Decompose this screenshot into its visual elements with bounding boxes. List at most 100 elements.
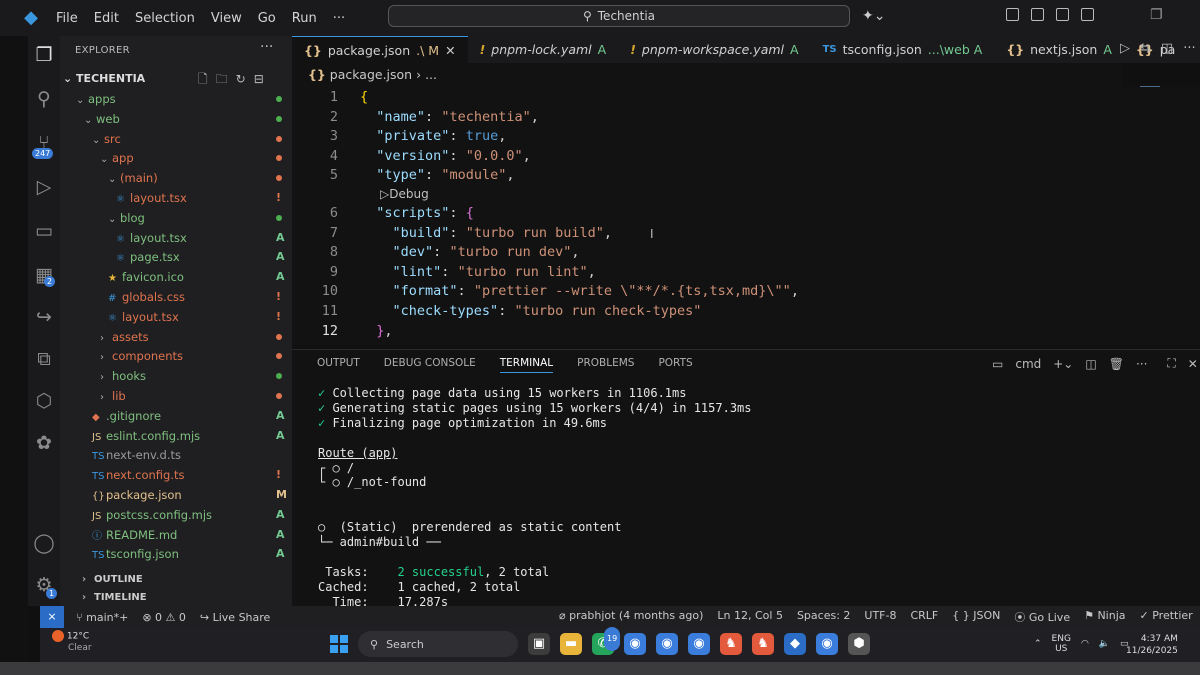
live-share-icon[interactable]: ↪ xyxy=(28,306,60,328)
whatsapp-icon[interactable]: ✆ 19 xyxy=(592,627,621,655)
docker-icon[interactable]: ⬡ xyxy=(28,390,60,412)
file-item[interactable]: ⚛ layout.tsx xyxy=(108,307,179,327)
code-line[interactable]: 6 "scripts": { xyxy=(292,203,1200,223)
menu-item-3[interactable]: View xyxy=(211,11,242,26)
panel-more-icon[interactable]: ··· xyxy=(1136,357,1147,371)
volume-icon[interactable]: 🔈 xyxy=(1099,639,1110,649)
windows-start-icon[interactable] xyxy=(330,635,348,653)
tab-2[interactable]: ! pnpm-workspace.yaml A xyxy=(618,36,810,63)
python-icon[interactable]: ✿ xyxy=(28,432,60,454)
more-actions-icon[interactable]: ··· xyxy=(1183,41,1195,56)
codelens-debug[interactable]: ▷Debug xyxy=(380,187,429,201)
folder-item[interactable]: › components xyxy=(100,346,183,366)
file-item[interactable]: ⚛ layout.tsx xyxy=(116,228,187,248)
folder-item[interactable]: ⌄ src xyxy=(92,129,121,149)
tab-0[interactable]: {} package.json .\ M ✕ xyxy=(292,36,468,63)
cursor-position[interactable]: Ln 12, Col 5 xyxy=(717,609,783,625)
code-editor[interactable]: 1{2 "name": "techentia", 3 "private": tru… xyxy=(292,87,1200,345)
file-item[interactable]: JS postcss.config.mjs xyxy=(92,505,212,525)
code-line[interactable]: 12 }, xyxy=(292,321,1200,341)
git-branch[interactable]: ⑂ main*+ xyxy=(76,611,128,624)
panel-tab-terminal[interactable]: TERMINAL xyxy=(499,357,554,373)
toggle-sidebar-icon[interactable] xyxy=(1031,8,1044,21)
containers-icon[interactable]: ⧉ xyxy=(28,348,60,370)
copilot-icon[interactable]: ✦⌄ xyxy=(862,8,885,24)
menu-item-2[interactable]: Selection xyxy=(135,11,195,26)
file-item[interactable]: ◆ .gitignore xyxy=(92,406,161,426)
toggle-panel-icon[interactable] xyxy=(1056,8,1069,21)
code-line[interactable]: 11 "check-types": "turbo run check-types… xyxy=(292,301,1200,321)
ninja-status[interactable]: ⚑ Ninja xyxy=(1084,609,1125,625)
explorer-icon[interactable]: ❐ xyxy=(28,44,60,66)
brave-profile-icon[interactable]: ♞ xyxy=(752,633,774,655)
weather-widget[interactable]: 12°C Clear xyxy=(52,630,92,654)
folder-item[interactable]: ⌄ web xyxy=(84,109,120,129)
new-file-icon[interactable]: 🗋 xyxy=(198,69,208,89)
folder-item[interactable]: ⌄ apps xyxy=(76,89,116,109)
folder-item[interactable]: ⌄ (main) xyxy=(108,168,158,188)
prettier-status[interactable]: ✓ Prettier xyxy=(1140,609,1193,625)
maximize-panel-icon[interactable]: ⛶ xyxy=(1167,356,1175,371)
code-line[interactable]: 8 "dev": "turbo run dev", xyxy=(292,242,1200,262)
collapse-all-icon[interactable]: ⊟ xyxy=(254,69,264,89)
refresh-icon[interactable]: ↻ xyxy=(236,69,246,89)
folder-item[interactable]: › assets xyxy=(100,327,149,347)
terminal-shell-label[interactable]: cmd xyxy=(1015,357,1041,371)
chrome-profile-3-icon[interactable]: ◉ xyxy=(816,633,838,655)
menu-item-1[interactable]: Edit xyxy=(94,11,119,26)
code-line[interactable]: 5 "type": "module", xyxy=(292,165,1200,185)
chrome-icon[interactable]: ◉ xyxy=(624,633,646,655)
new-terminal-icon[interactable]: +⌄ xyxy=(1053,357,1073,371)
file-item[interactable]: TS tsconfig.json xyxy=(92,544,179,564)
split-editor-icon[interactable]: ◫ xyxy=(1161,41,1173,56)
account-icon[interactable]: ◯ xyxy=(28,532,60,554)
file-item[interactable]: ⚛ page.tsx xyxy=(116,247,180,267)
go-live[interactable]: ⦿ Go Live xyxy=(1014,609,1070,625)
panel-tab-output[interactable]: OUTPUT xyxy=(317,357,360,373)
run-debug-icon[interactable]: ▷ xyxy=(28,176,60,198)
file-item[interactable]: ★ favicon.ico xyxy=(108,267,184,287)
tab-4[interactable]: {} nextjs.json A xyxy=(994,36,1124,63)
code-line[interactable]: 3 "private": true, xyxy=(292,126,1200,146)
run-icon[interactable]: ▷ xyxy=(1120,41,1130,56)
panel-tab-ports[interactable]: PORTS xyxy=(658,357,692,373)
code-line[interactable]: 7 "build": "turbo run build", xyxy=(292,223,1200,243)
tray-expand-icon[interactable]: ⌃ xyxy=(1034,639,1042,649)
language-mode[interactable]: { } JSON xyxy=(952,609,1000,625)
split-terminal-icon[interactable]: ◫ xyxy=(1085,357,1096,371)
file-item[interactable]: TS next-env.d.ts xyxy=(92,445,181,465)
indentation[interactable]: Spaces: 2 xyxy=(797,609,850,625)
customize-layout-icon[interactable] xyxy=(1006,8,1019,21)
remote-explorer-icon[interactable]: ▭ xyxy=(28,220,60,242)
menu-item-0[interactable]: File xyxy=(56,11,78,26)
code-line[interactable]: 2 "name": "techentia", xyxy=(292,107,1200,127)
code-line[interactable]: 10 "format": "prettier --write \"**/*.{t… xyxy=(292,281,1200,301)
chrome-profile-icon[interactable]: ◉ xyxy=(656,633,678,655)
kill-terminal-icon[interactable]: 🗑 xyxy=(1109,357,1124,371)
app-cube-icon[interactable]: ⬢ xyxy=(848,633,870,655)
panel-tab-problems[interactable]: PROBLEMS xyxy=(577,357,634,373)
close-panel-icon[interactable]: ✕ xyxy=(1188,357,1198,371)
menu-item-6[interactable]: ··· xyxy=(333,11,345,26)
search-icon[interactable]: ⚲ xyxy=(28,88,60,110)
timeline-section[interactable]: › TIMELINE xyxy=(82,588,147,608)
toggle-secondary-sidebar-icon[interactable] xyxy=(1081,8,1094,21)
explorer-more-icon[interactable]: ··· xyxy=(260,39,273,55)
breadcrumb[interactable]: {} package.json › ... xyxy=(292,63,1122,87)
file-item[interactable]: ⚛ layout.tsx xyxy=(116,188,187,208)
file-item[interactable]: # globals.css xyxy=(108,287,185,307)
restore-window-icon[interactable]: ❐ xyxy=(1150,7,1163,23)
panel-tab-debug-console[interactable]: DEBUG CONSOLE xyxy=(384,357,476,373)
remote-indicator-icon[interactable]: ⨯ xyxy=(40,606,64,628)
git-blame[interactable]: ⌀ prabhjot (4 months ago) xyxy=(559,609,703,625)
clock[interactable]: 4:37 AM 11/26/2025 xyxy=(1126,633,1178,657)
folder-item[interactable]: › hooks xyxy=(100,366,146,386)
code-line[interactable]: 1{ xyxy=(292,87,1200,107)
folder-item[interactable]: › lib xyxy=(100,386,126,406)
outline-section[interactable]: › OUTLINE xyxy=(82,570,143,590)
close-tab-icon[interactable]: ✕ xyxy=(445,37,455,64)
menu-item-5[interactable]: Run xyxy=(292,11,317,26)
brave-icon[interactable]: ♞ xyxy=(720,633,742,655)
encoding[interactable]: UTF-8 xyxy=(864,609,896,625)
menu-item-4[interactable]: Go xyxy=(258,11,276,26)
